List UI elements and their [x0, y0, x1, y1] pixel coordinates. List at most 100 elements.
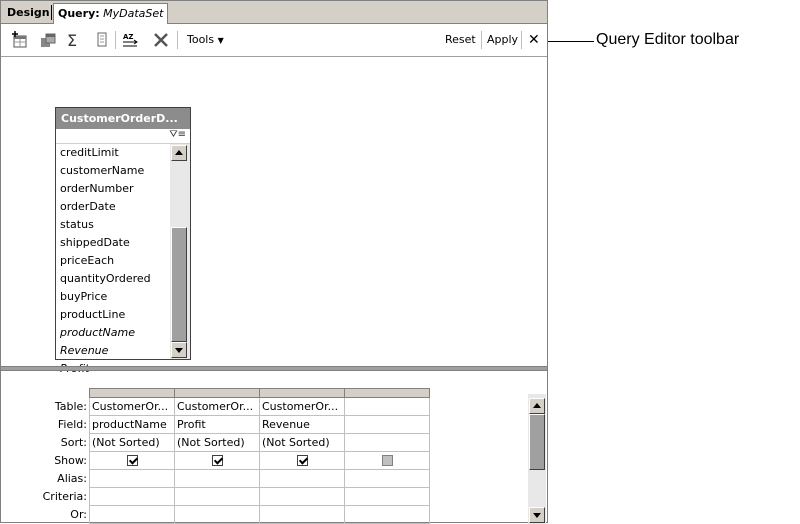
- toolbar-separator: [115, 31, 116, 49]
- grid-row-field: Field: productName Profit Revenue: [1, 415, 430, 434]
- grid-cell-field[interactable]: [344, 415, 430, 434]
- grid-row-label: Criteria:: [42, 490, 87, 503]
- field-item[interactable]: orderDate: [56, 198, 170, 216]
- toolbar-separator: [481, 31, 482, 49]
- grid-cell-or[interactable]: [259, 505, 345, 524]
- table-window[interactable]: CustomerOrderD... ⛛≡ creditLimit customer…: [55, 107, 191, 375]
- pane-splitter[interactable]: [1, 366, 547, 371]
- criteria-grid: Table: CustomerOr... CustomerOr... Customer…: [1, 388, 430, 524]
- field-item[interactable]: status: [56, 216, 170, 234]
- sort-icon[interactable]: AZ: [122, 31, 140, 49]
- grid-cell-show[interactable]: [259, 451, 345, 470]
- field-item[interactable]: orderNumber: [56, 180, 170, 198]
- grid-cell-show[interactable]: [89, 451, 175, 470]
- grid-cell-or[interactable]: [344, 505, 430, 524]
- grid-row-label: Table:: [54, 400, 87, 413]
- filter-icon[interactable]: ⛛≡: [169, 129, 186, 140]
- grid-cell-criteria[interactable]: [259, 487, 345, 506]
- field-item[interactable]: productName: [56, 324, 170, 342]
- field-item[interactable]: quantityOrdered: [56, 270, 170, 288]
- table-window-filter-bar: ⛛≡: [56, 129, 190, 144]
- scroll-up-button[interactable]: [529, 398, 545, 414]
- grid-cell-criteria[interactable]: [344, 487, 430, 506]
- field-item[interactable]: Revenue: [56, 342, 170, 360]
- scroll-down-button[interactable]: [171, 342, 187, 358]
- grid-row-alias: Alias:: [1, 469, 430, 488]
- grid-header-row: [1, 388, 430, 398]
- arrow-down-icon: [533, 513, 541, 518]
- delete-icon[interactable]: [152, 31, 170, 49]
- show-checkbox[interactable]: [211, 455, 223, 466]
- apply-button[interactable]: Apply: [487, 30, 518, 50]
- grid-row-label: Show:: [54, 454, 87, 467]
- field-item[interactable]: creditLimit: [56, 144, 170, 162]
- callout-label: Query Editor toolbar: [596, 31, 740, 48]
- grid-cell-field[interactable]: Profit: [174, 415, 260, 434]
- tab-query-dataset: MyDataSet: [103, 7, 164, 20]
- grid-cell-alias[interactable]: [89, 469, 175, 488]
- scroll-thumb[interactable]: [529, 414, 545, 470]
- field-item[interactable]: priceEach: [56, 252, 170, 270]
- grid-cell-alias[interactable]: [259, 469, 345, 488]
- show-checkbox[interactable]: [381, 455, 393, 466]
- grid-row-show: Show:: [1, 451, 430, 470]
- grid-row-label: Alias:: [57, 472, 87, 485]
- reset-button[interactable]: Reset: [445, 30, 476, 50]
- column-header[interactable]: [89, 388, 175, 398]
- tools-menu-label: Tools: [187, 33, 215, 46]
- grid-cell-table[interactable]: [344, 397, 430, 416]
- query-editor-window: Design Query: MyDataSet Σ AZ Tools ▼ Res…: [0, 0, 548, 524]
- field-item[interactable]: shippedDate: [56, 234, 170, 252]
- svg-text:AZ: AZ: [123, 33, 134, 41]
- grid-cell-table[interactable]: CustomerOr...: [259, 397, 345, 416]
- grid-cell-table[interactable]: CustomerOr...: [174, 397, 260, 416]
- column-header[interactable]: [259, 388, 345, 398]
- add-related-table-icon[interactable]: [39, 31, 57, 49]
- tab-query[interactable]: Query: MyDataSet: [53, 3, 169, 24]
- grid-cell-sort[interactable]: (Not Sorted): [174, 433, 260, 452]
- grid-cell-field[interactable]: Revenue: [259, 415, 345, 434]
- tools-menu[interactable]: Tools ▼: [187, 33, 224, 46]
- grid-cell-field[interactable]: productName: [89, 415, 175, 434]
- add-table-icon[interactable]: [11, 31, 29, 49]
- scroll-thumb[interactable]: [171, 227, 187, 342]
- table-window-title[interactable]: CustomerOrderD...: [56, 108, 190, 129]
- arrow-down-icon: [175, 348, 183, 353]
- grid-cell-show[interactable]: [174, 451, 260, 470]
- column-header[interactable]: [174, 388, 260, 398]
- close-icon[interactable]: ✕: [528, 31, 540, 49]
- grid-cell-alias[interactable]: [344, 469, 430, 488]
- show-checkbox[interactable]: [126, 455, 138, 466]
- grid-cell-sort[interactable]: (Not Sorted): [89, 433, 175, 452]
- tab-query-label: Query:: [58, 7, 100, 20]
- grid-cell-sort[interactable]: [344, 433, 430, 452]
- field-item[interactable]: buyPrice: [56, 288, 170, 306]
- scroll-up-button[interactable]: [171, 145, 187, 161]
- grid-row-criteria: Criteria:: [1, 487, 430, 506]
- grid-row-label: Or:: [70, 508, 87, 521]
- field-list-scrollbar[interactable]: [170, 144, 190, 359]
- grid-cell-criteria[interactable]: [174, 487, 260, 506]
- tab-design[interactable]: Design: [3, 3, 54, 22]
- grid-row-table: Table: CustomerOr... CustomerOr... Customer…: [1, 397, 430, 416]
- grid-scrollbar[interactable]: [528, 394, 546, 524]
- grid-cell-table[interactable]: CustomerOr...: [89, 397, 175, 416]
- query-editor-toolbar: Σ AZ Tools ▼ Reset Apply ✕: [1, 24, 547, 57]
- grid-cell-alias[interactable]: [174, 469, 260, 488]
- grid-cell-or[interactable]: [174, 505, 260, 524]
- tab-divider: [51, 5, 52, 20]
- field-item[interactable]: productLine: [56, 306, 170, 324]
- grid-cell-show[interactable]: [344, 451, 430, 470]
- grid-cell-criteria[interactable]: [89, 487, 175, 506]
- grid-row-or: Or:: [1, 505, 430, 524]
- sigma-icon[interactable]: Σ: [65, 31, 83, 49]
- column-header[interactable]: [344, 388, 430, 398]
- properties-icon[interactable]: [93, 31, 111, 49]
- scroll-down-button[interactable]: [529, 507, 545, 523]
- grid-cell-sort[interactable]: (Not Sorted): [259, 433, 345, 452]
- criteria-grid-table: Table: CustomerOr... CustomerOr... Customer…: [1, 388, 430, 524]
- tab-bar: Design Query: MyDataSet: [1, 1, 547, 24]
- grid-cell-or[interactable]: [89, 505, 175, 524]
- show-checkbox[interactable]: [296, 455, 308, 466]
- field-item[interactable]: customerName: [56, 162, 170, 180]
